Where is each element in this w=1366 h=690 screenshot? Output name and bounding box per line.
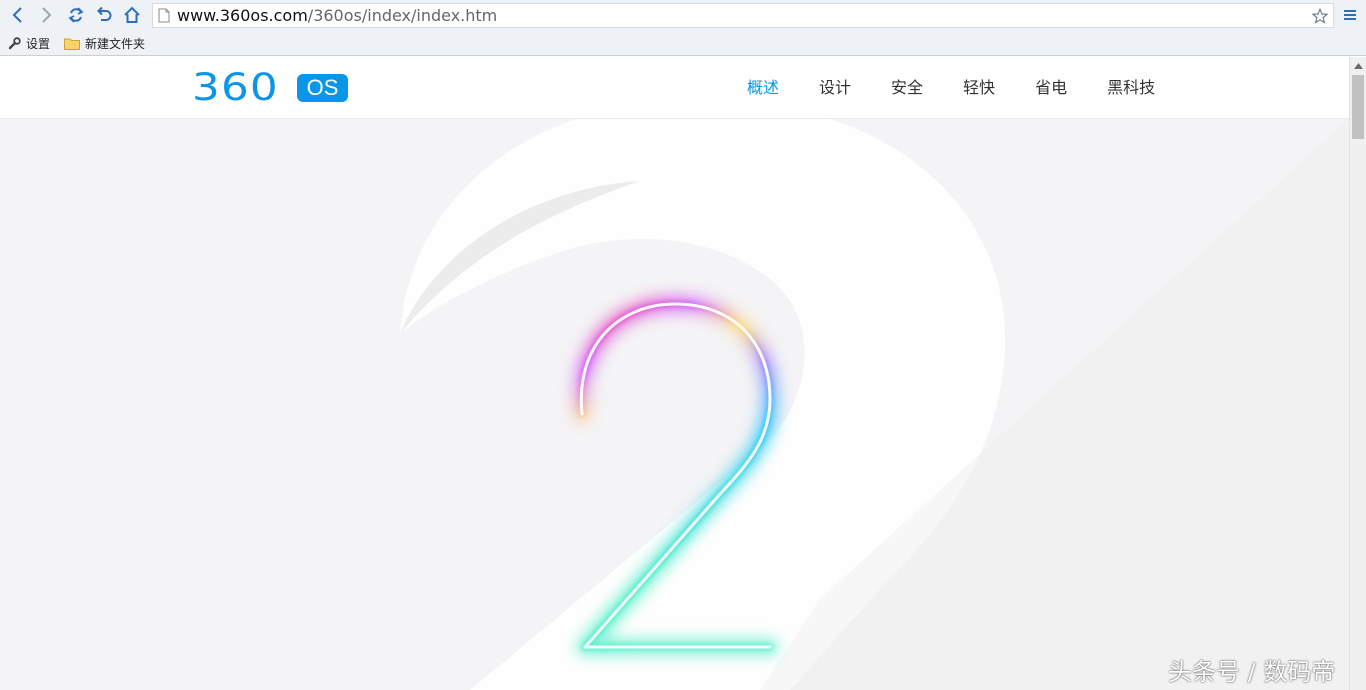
home-button[interactable] [121, 4, 143, 26]
bookmark-settings[interactable]: 设置 [8, 34, 50, 53]
watermark-text: 头条号 / 数码帝 [1168, 658, 1336, 686]
undo-icon [97, 6, 112, 21]
bookmark-label: 新建文件夹 [85, 37, 146, 51]
bookmark-label: 设置 [26, 37, 51, 51]
folder-icon [64, 38, 80, 50]
refresh-icon [68, 7, 84, 23]
page-scrollbar[interactable] [1349, 57, 1366, 690]
bookmark-star-button[interactable] [1310, 6, 1330, 26]
star-icon [1312, 8, 1328, 24]
forward-button[interactable] [35, 4, 57, 26]
undo-button[interactable] [93, 4, 115, 26]
back-button[interactable] [7, 4, 29, 26]
page-icon [158, 8, 170, 23]
hero-graphic [0, 119, 1349, 690]
nav-item-security[interactable]: 安全 [891, 77, 923, 99]
forward-arrow-icon [42, 7, 52, 23]
site-logo[interactable]: 360 OS [192, 66, 348, 109]
logo-number: 360 [192, 66, 279, 109]
refresh-button[interactable] [65, 4, 87, 26]
page-viewport: 360 OS 概述 设计 安全 轻快 省电 黑科技 [0, 57, 1349, 690]
scrollbar-thumb[interactable] [1352, 75, 1364, 139]
hero-banner [0, 119, 1349, 690]
bookmarks-bar: 设置 新建文件夹 [0, 31, 1366, 56]
nav-item-speed[interactable]: 轻快 [963, 77, 995, 99]
nav-item-battery[interactable]: 省电 [1035, 77, 1067, 99]
url-host: www.360os.com [177, 6, 308, 25]
browser-menu-button[interactable] [1340, 5, 1360, 25]
url-text[interactable]: www.360os.com/360os/index/index.htm [177, 6, 497, 26]
hamburger-menu-icon [1344, 10, 1356, 20]
wrench-icon [8, 37, 21, 50]
home-icon [124, 6, 140, 23]
nav-item-tech[interactable]: 黑科技 [1107, 77, 1155, 99]
nav-item-design[interactable]: 设计 [819, 77, 851, 99]
nav-item-overview[interactable]: 概述 [747, 77, 779, 99]
site-header: 360 OS 概述 设计 安全 轻快 省电 黑科技 [0, 57, 1349, 119]
scroll-up-button[interactable] [1350, 57, 1366, 74]
address-bar[interactable]: www.360os.com/360os/index/index.htm [152, 3, 1334, 28]
triangle-up-icon [1353, 62, 1363, 69]
browser-toolbar: www.360os.com/360os/index/index.htm [0, 0, 1366, 31]
url-path: /360os/index/index.htm [307, 6, 498, 25]
back-arrow-icon [12, 7, 22, 23]
main-nav: 概述 设计 安全 轻快 省电 黑科技 [747, 77, 1195, 99]
bookmark-new-folder[interactable]: 新建文件夹 [64, 34, 145, 53]
